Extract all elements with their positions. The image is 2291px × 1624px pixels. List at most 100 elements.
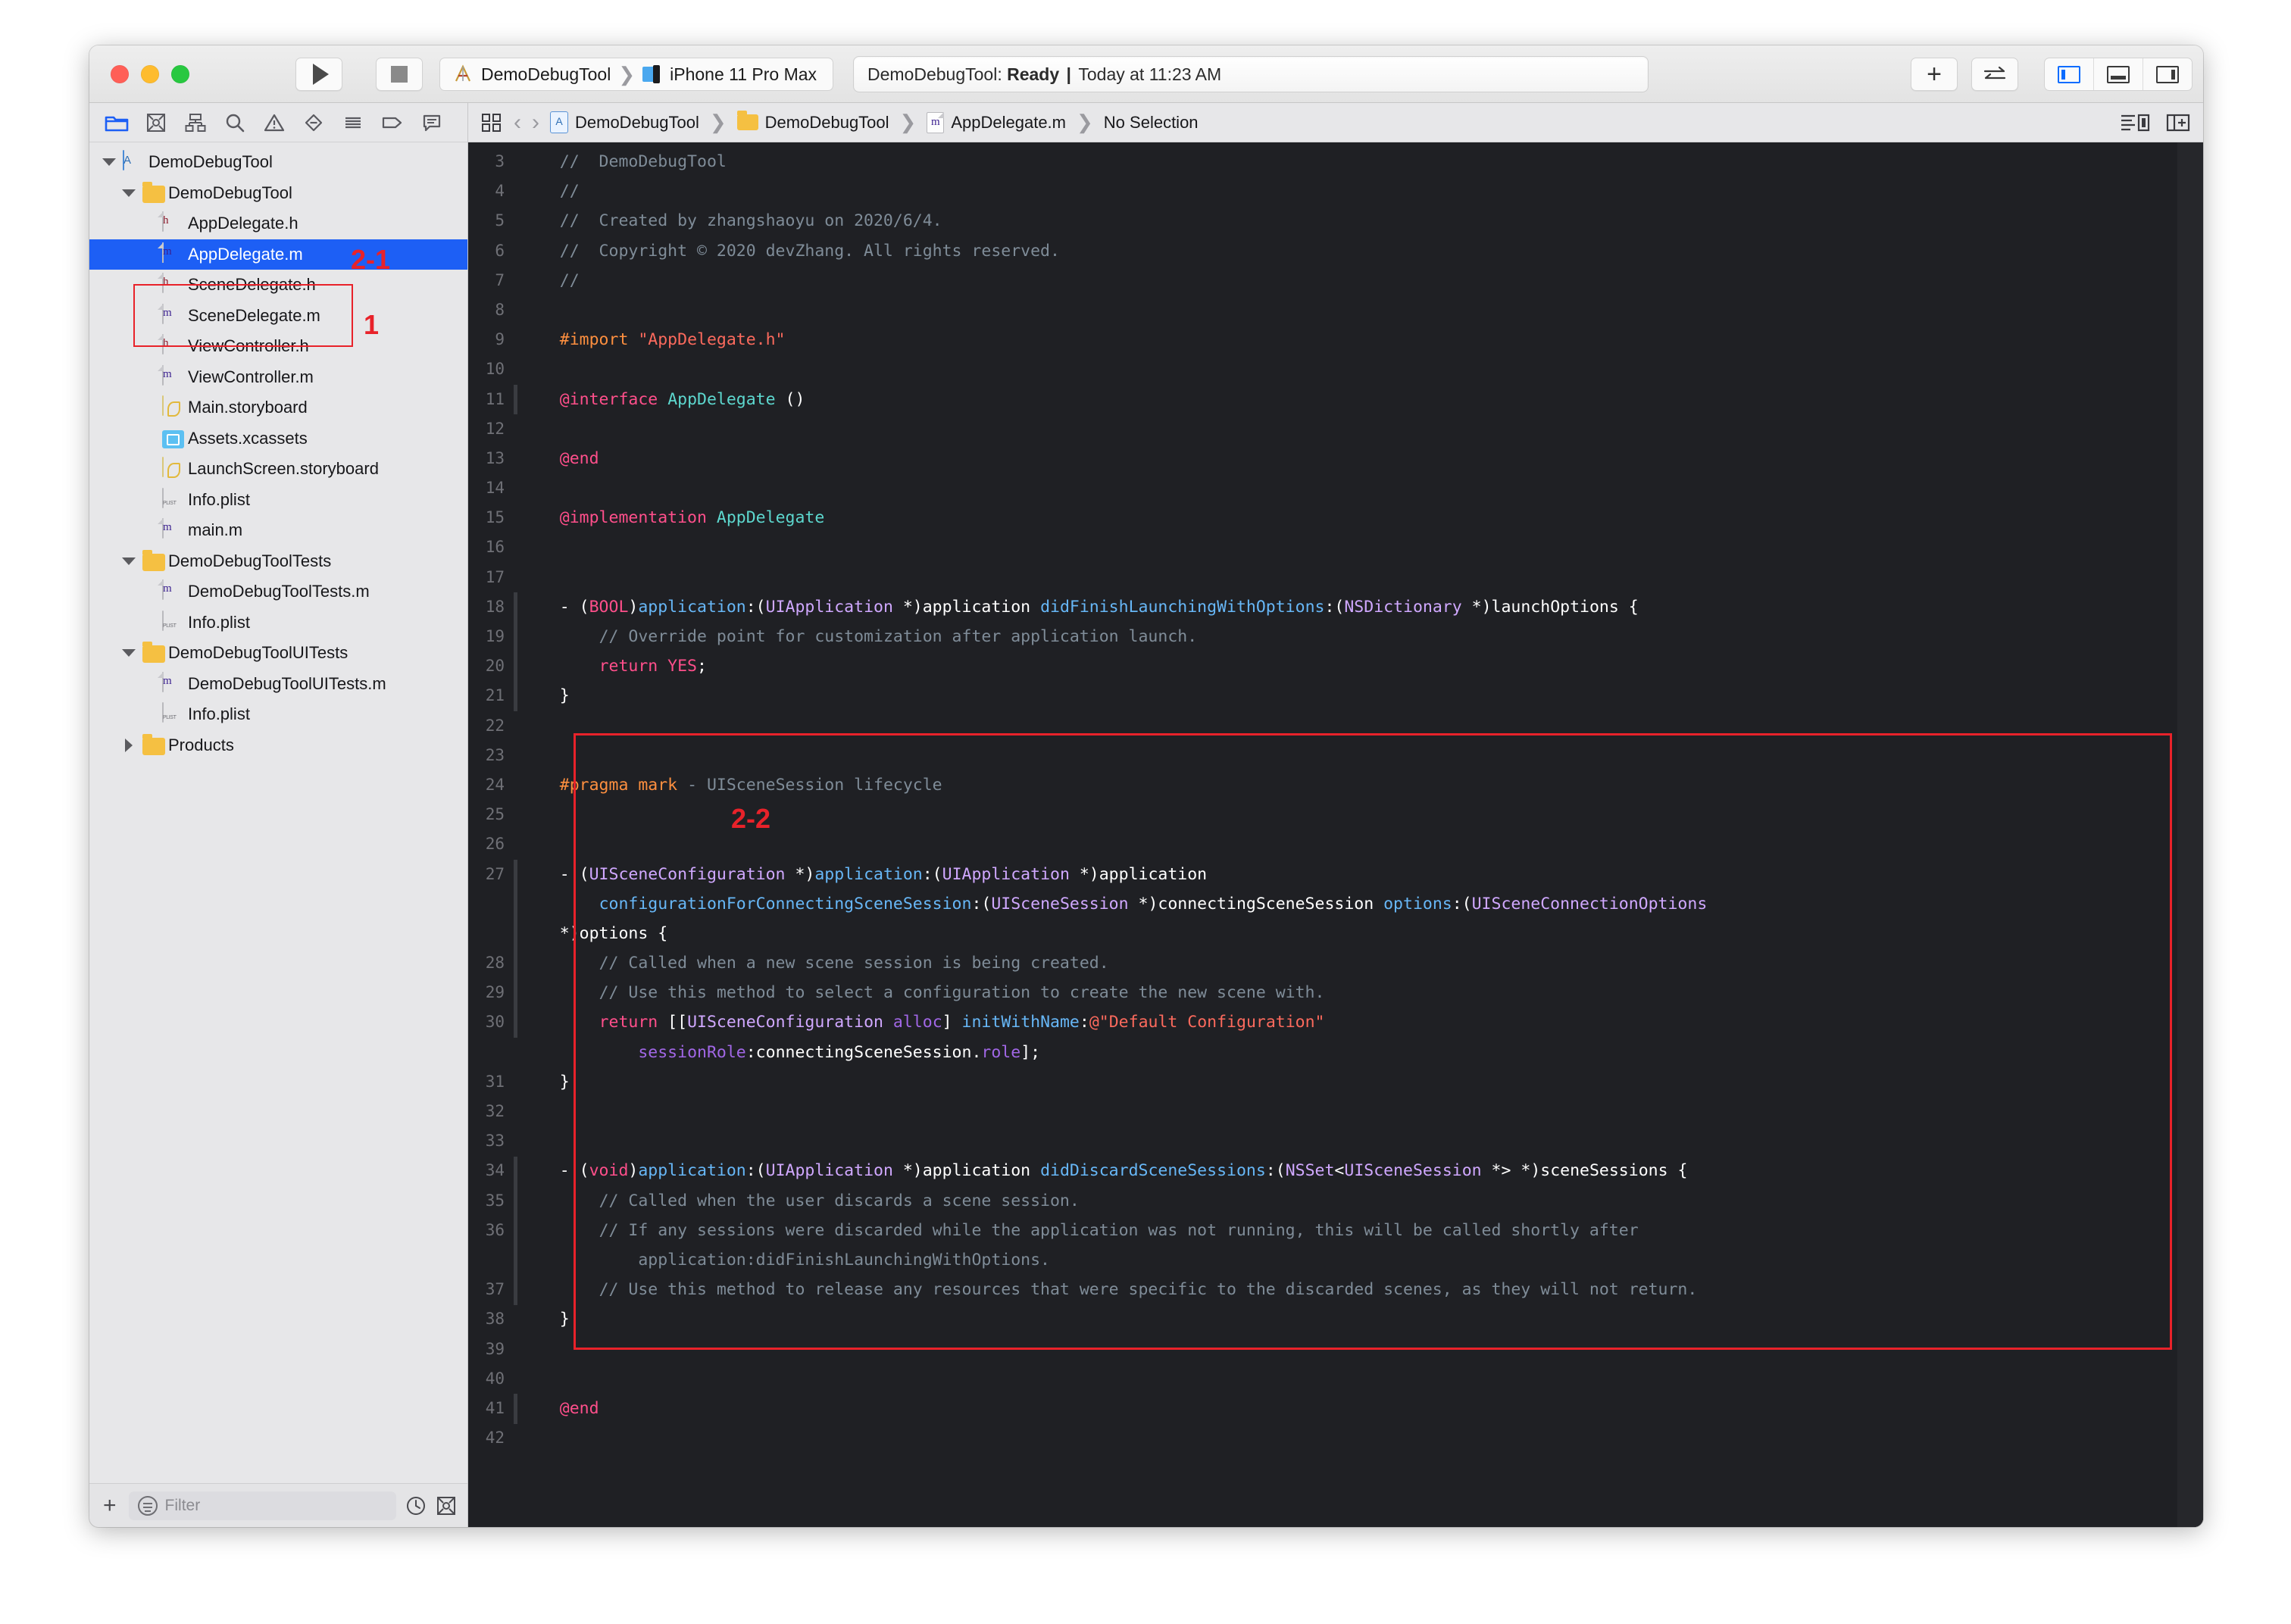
code-line[interactable]: // Called when a new scene session is be… bbox=[520, 948, 2177, 978]
code-line[interactable]: return [[UISceneConfiguration alloc] ini… bbox=[520, 1007, 2177, 1037]
source-control-filter-icon[interactable] bbox=[436, 1495, 457, 1516]
tab-find-navigator[interactable] bbox=[215, 108, 255, 138]
code-line[interactable]: } bbox=[520, 1304, 2177, 1334]
code-line[interactable]: *)options { bbox=[520, 919, 2177, 948]
tree-row[interactable]: hSceneDelegate.h bbox=[89, 270, 467, 301]
tree-row[interactable]: Info.plist bbox=[89, 699, 467, 730]
filter-input[interactable]: Filter bbox=[129, 1491, 396, 1520]
code-line[interactable]: // Created by zhangshaoyu on 2020/6/4. bbox=[520, 206, 2177, 236]
tree-row[interactable]: DemoDebugTool bbox=[89, 178, 467, 209]
code-line[interactable]: - (UISceneConfiguration *)application:(U… bbox=[520, 860, 2177, 889]
code-line[interactable]: sessionRole:connectingSceneSession.role]… bbox=[520, 1038, 2177, 1067]
code-line[interactable] bbox=[520, 1364, 2177, 1394]
breadcrumb-item-project[interactable]: A DemoDebugTool bbox=[550, 111, 699, 133]
zoom-button[interactable] bbox=[171, 65, 189, 83]
code-line[interactable]: return YES; bbox=[520, 651, 2177, 681]
code-line[interactable] bbox=[520, 295, 2177, 325]
code-line[interactable] bbox=[520, 1423, 2177, 1453]
back-button[interactable]: ‹ bbox=[514, 110, 521, 136]
code-line[interactable]: @end bbox=[520, 1394, 2177, 1423]
code-line[interactable]: - (void)application:(UIApplication *)app… bbox=[520, 1156, 2177, 1185]
tab-debug-navigator[interactable] bbox=[333, 108, 373, 138]
code-line[interactable] bbox=[520, 532, 2177, 562]
tab-report-navigator[interactable] bbox=[412, 108, 452, 138]
add-file-button[interactable]: + bbox=[100, 1493, 120, 1519]
code-line[interactable] bbox=[520, 741, 2177, 770]
code-line[interactable]: // Use this method to release any resour… bbox=[520, 1275, 2177, 1304]
tree-row[interactable]: mDemoDebugToolUITests.m bbox=[89, 669, 467, 700]
close-button[interactable] bbox=[111, 65, 129, 83]
tree-row[interactable]: hAppDelegate.h bbox=[89, 208, 467, 239]
code-line[interactable] bbox=[520, 563, 2177, 592]
breadcrumb-item-file[interactable]: m AppDelegate.m bbox=[927, 112, 1066, 133]
tree-row[interactable]: mViewController.m bbox=[89, 362, 467, 393]
run-button[interactable] bbox=[295, 58, 342, 91]
tree-row[interactable]: DemoDebugToolUITests bbox=[89, 638, 467, 669]
stop-button[interactable] bbox=[376, 58, 423, 91]
add-button[interactable]: + bbox=[1911, 58, 1958, 91]
toggle-inspector-button[interactable] bbox=[2143, 58, 2192, 90]
tab-breakpoint-navigator[interactable] bbox=[373, 108, 412, 138]
tab-symbol-navigator[interactable] bbox=[176, 108, 215, 138]
tree-row[interactable]: DemoDebugToolTests bbox=[89, 546, 467, 577]
code-line[interactable]: // Copyright © 2020 devZhang. All rights… bbox=[520, 236, 2177, 266]
code-line[interactable]: // If any sessions were discarded while … bbox=[520, 1216, 2177, 1245]
code-line[interactable] bbox=[520, 1097, 2177, 1126]
tree-row[interactable]: hViewController.h bbox=[89, 331, 467, 362]
code-line[interactable]: // Use this method to select a configura… bbox=[520, 978, 2177, 1007]
breadcrumb-item-selection[interactable]: No Selection bbox=[1104, 113, 1199, 133]
code-line[interactable]: // Override point for customization afte… bbox=[520, 622, 2177, 651]
scheme-destination-control[interactable]: DemoDebugTool ❯ iPhone 11 Pro Max bbox=[439, 58, 833, 91]
breadcrumb-item-group[interactable]: DemoDebugTool bbox=[737, 113, 889, 133]
tree-row[interactable]: mmain.m bbox=[89, 515, 467, 546]
tab-source-control-navigator[interactable] bbox=[136, 108, 176, 138]
library-toggle-button[interactable] bbox=[1971, 58, 2018, 91]
code-line[interactable]: configurationForConnectingSceneSession:(… bbox=[520, 889, 2177, 919]
source-editor[interactable]: 3456789101112131415161718192021222324252… bbox=[468, 142, 2203, 1527]
tab-test-navigator[interactable] bbox=[294, 108, 333, 138]
tree-row[interactable]: Info.plist bbox=[89, 607, 467, 639]
tab-issue-navigator[interactable] bbox=[255, 108, 294, 138]
recent-files-icon[interactable] bbox=[405, 1495, 427, 1516]
code-line[interactable]: } bbox=[520, 1067, 2177, 1097]
disclosure-triangle-icon[interactable] bbox=[121, 186, 136, 201]
tree-row[interactable]: Assets.xcassets bbox=[89, 423, 467, 454]
code-line[interactable] bbox=[520, 711, 2177, 741]
disclosure-triangle-icon[interactable] bbox=[102, 155, 117, 170]
code-line[interactable]: // bbox=[520, 266, 2177, 295]
disclosure-triangle-icon[interactable] bbox=[121, 554, 136, 569]
code-line[interactable]: @end bbox=[520, 444, 2177, 473]
tree-row[interactable]: Main.storyboard bbox=[89, 392, 467, 423]
code-line[interactable]: // bbox=[520, 176, 2177, 206]
code-line[interactable]: @interface AppDelegate () bbox=[520, 385, 2177, 414]
tree-row[interactable]: DemoDebugTool bbox=[89, 147, 467, 178]
minimap-toggle-icon[interactable] bbox=[2120, 112, 2150, 133]
tree-row[interactable]: Info.plist bbox=[89, 485, 467, 516]
minimize-button[interactable] bbox=[141, 65, 159, 83]
code-line[interactable]: @implementation AppDelegate bbox=[520, 503, 2177, 532]
tree-row[interactable]: mAppDelegate.m bbox=[89, 239, 467, 270]
code-line[interactable]: #import "AppDelegate.h" bbox=[520, 325, 2177, 354]
code-line[interactable] bbox=[520, 473, 2177, 503]
disclosure-triangle-icon[interactable] bbox=[121, 645, 136, 661]
tree-row[interactable]: LaunchScreen.storyboard bbox=[89, 454, 467, 485]
tree-row[interactable]: mDemoDebugToolTests.m bbox=[89, 576, 467, 607]
code-text[interactable]: // DemoDebugTool // // Created by zhangs… bbox=[520, 142, 2177, 1527]
tree-row[interactable]: Products bbox=[89, 730, 467, 761]
code-line[interactable]: - (BOOL)application:(UIApplication *)app… bbox=[520, 592, 2177, 622]
code-line[interactable]: #pragma mark - UISceneSession lifecycle bbox=[520, 770, 2177, 800]
add-editor-icon[interactable] bbox=[2165, 112, 2191, 133]
tab-project-navigator[interactable] bbox=[97, 108, 136, 138]
code-line[interactable] bbox=[520, 354, 2177, 384]
forward-button[interactable]: › bbox=[532, 110, 539, 136]
project-file-tree[interactable]: DemoDebugToolDemoDebugToolhAppDelegate.h… bbox=[89, 142, 467, 1483]
disclosure-triangle-icon[interactable] bbox=[121, 738, 136, 753]
code-line[interactable]: // DemoDebugTool bbox=[520, 147, 2177, 176]
code-line[interactable]: } bbox=[520, 681, 2177, 710]
tree-row[interactable]: mSceneDelegate.m bbox=[89, 301, 467, 332]
code-line[interactable] bbox=[520, 1126, 2177, 1156]
code-line[interactable] bbox=[520, 414, 2177, 444]
toggle-navigator-button[interactable] bbox=[2045, 58, 2094, 90]
code-line[interactable]: // Called when the user discards a scene… bbox=[520, 1186, 2177, 1216]
toggle-debug-area-button[interactable] bbox=[2094, 58, 2143, 90]
